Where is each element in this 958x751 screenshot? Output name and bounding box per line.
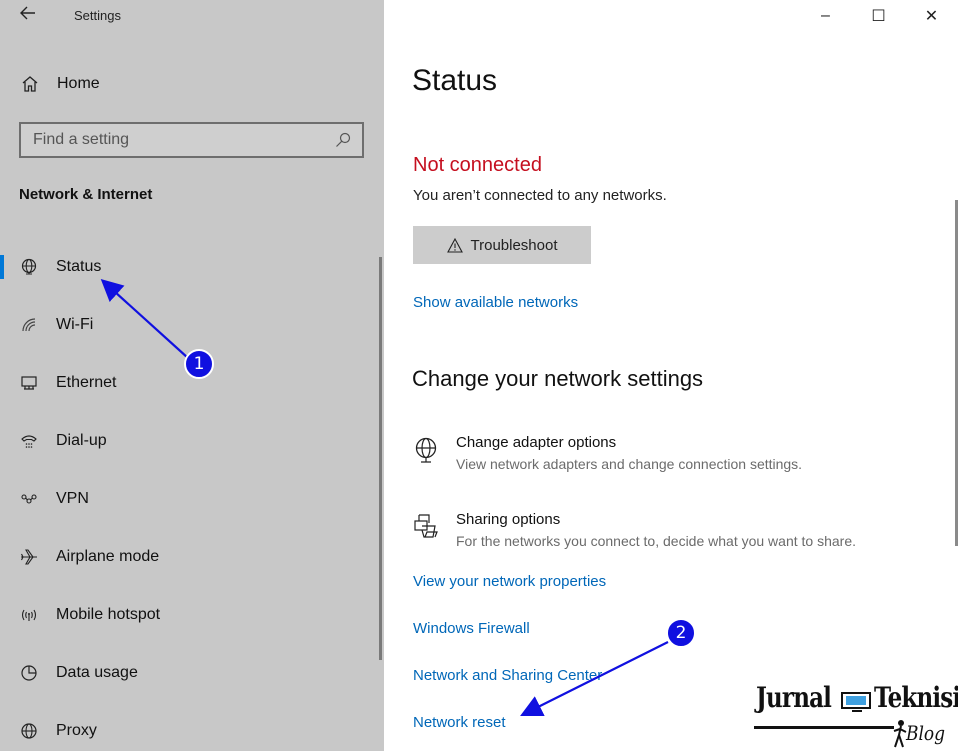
- dialup-icon: [19, 431, 39, 451]
- watermark-blog: Blog: [906, 721, 946, 745]
- sidebar-home[interactable]: Home: [20, 72, 100, 96]
- page-title: Status: [412, 64, 498, 97]
- sidebar-item-label: Ethernet: [56, 374, 117, 391]
- option-title: Change adapter options: [456, 434, 617, 451]
- sidebar-item-label: Airplane mode: [56, 548, 160, 565]
- sidebar-item-wifi[interactable]: Wi-Fi: [0, 305, 380, 345]
- view-network-properties-link[interactable]: View your network properties: [413, 573, 606, 590]
- watermark-word2: Teknisi: [874, 681, 958, 714]
- watermark-logo: Jurnal Teknisi Blog: [752, 681, 958, 751]
- sidebar-item-dialup[interactable]: Dial-up: [0, 421, 380, 461]
- airplane-icon: [19, 547, 39, 567]
- sidebar-item-airplane[interactable]: Airplane mode: [0, 537, 380, 577]
- sidebar-item-label: Wi-Fi: [56, 316, 94, 333]
- windows-firewall-link[interactable]: Windows Firewall: [413, 620, 530, 637]
- show-available-networks-link[interactable]: Show available networks: [413, 294, 578, 311]
- troubleshoot-label: Troubleshoot: [470, 236, 558, 254]
- network-reset-link[interactable]: Network reset: [413, 714, 506, 731]
- sidebar-item-status[interactable]: Status: [0, 247, 380, 287]
- home-label: Home: [57, 75, 100, 92]
- sidebar-item-data-usage[interactable]: Data usage: [0, 653, 380, 693]
- maximize-button[interactable]: ☐: [852, 0, 905, 32]
- sidebar-item-proxy[interactable]: Proxy: [0, 711, 380, 751]
- back-arrow-icon[interactable]: [20, 4, 36, 25]
- annotation-badge-1: 1: [184, 349, 214, 379]
- window-controls: – ☐ ✕: [799, 0, 958, 32]
- home-icon: [20, 74, 40, 94]
- troubleshoot-button[interactable]: Troubleshoot: [413, 226, 591, 264]
- sidebar-item-label: Status: [56, 258, 102, 275]
- sidebar-item-label: VPN: [56, 490, 89, 507]
- sharing-icon: [412, 513, 440, 541]
- option-title: Sharing options: [456, 511, 561, 528]
- sidebar-item-vpn[interactable]: VPN: [0, 479, 380, 519]
- connection-status: Not connected: [413, 154, 542, 176]
- proxy-globe-icon: [19, 721, 39, 741]
- sidebar-item-label: Data usage: [56, 664, 138, 681]
- sidebar-scrollbar[interactable]: [379, 257, 382, 660]
- section-heading: Network & Internet: [19, 186, 153, 203]
- annotation-badge-2: 2: [666, 618, 696, 648]
- option-desc: View network adapters and change connect…: [456, 456, 803, 472]
- minimize-button[interactable]: –: [799, 0, 852, 32]
- watermark-underline: [754, 726, 894, 729]
- vpn-icon: [19, 489, 39, 509]
- option-desc: For the networks you connect to, decide …: [456, 533, 856, 549]
- sidebar-item-label: Dial-up: [56, 432, 107, 449]
- warning-icon: [446, 237, 463, 253]
- sharing-options[interactable]: Sharing options For the networks you con…: [412, 511, 932, 555]
- ethernet-icon: [19, 373, 39, 393]
- hotspot-icon: [19, 605, 39, 625]
- search-icon[interactable]: [334, 131, 352, 149]
- adapter-icon: [412, 436, 440, 464]
- close-button[interactable]: ✕: [905, 0, 958, 32]
- network-sharing-center-link[interactable]: Network and Sharing Center: [413, 667, 602, 684]
- change-settings-heading: Change your network settings: [412, 366, 704, 391]
- active-indicator: [0, 255, 4, 279]
- search-placeholder: Find a setting: [33, 131, 130, 148]
- globe-icon: [19, 257, 39, 277]
- sidebar-item-label: Mobile hotspot: [56, 606, 161, 623]
- change-adapter-options[interactable]: Change adapter options View network adap…: [412, 434, 932, 478]
- sidebar-item-hotspot[interactable]: Mobile hotspot: [0, 595, 380, 635]
- window-title: Settings: [74, 8, 121, 23]
- sidebar-item-label: Proxy: [56, 722, 97, 739]
- wifi-icon: [19, 315, 39, 335]
- data-usage-icon: [19, 663, 39, 683]
- monitor-icon: [841, 692, 871, 712]
- connection-status-desc: You aren’t connected to any networks.: [413, 187, 667, 204]
- watermark-word1: Jurnal: [756, 681, 832, 714]
- search-input[interactable]: Find a setting: [19, 122, 364, 158]
